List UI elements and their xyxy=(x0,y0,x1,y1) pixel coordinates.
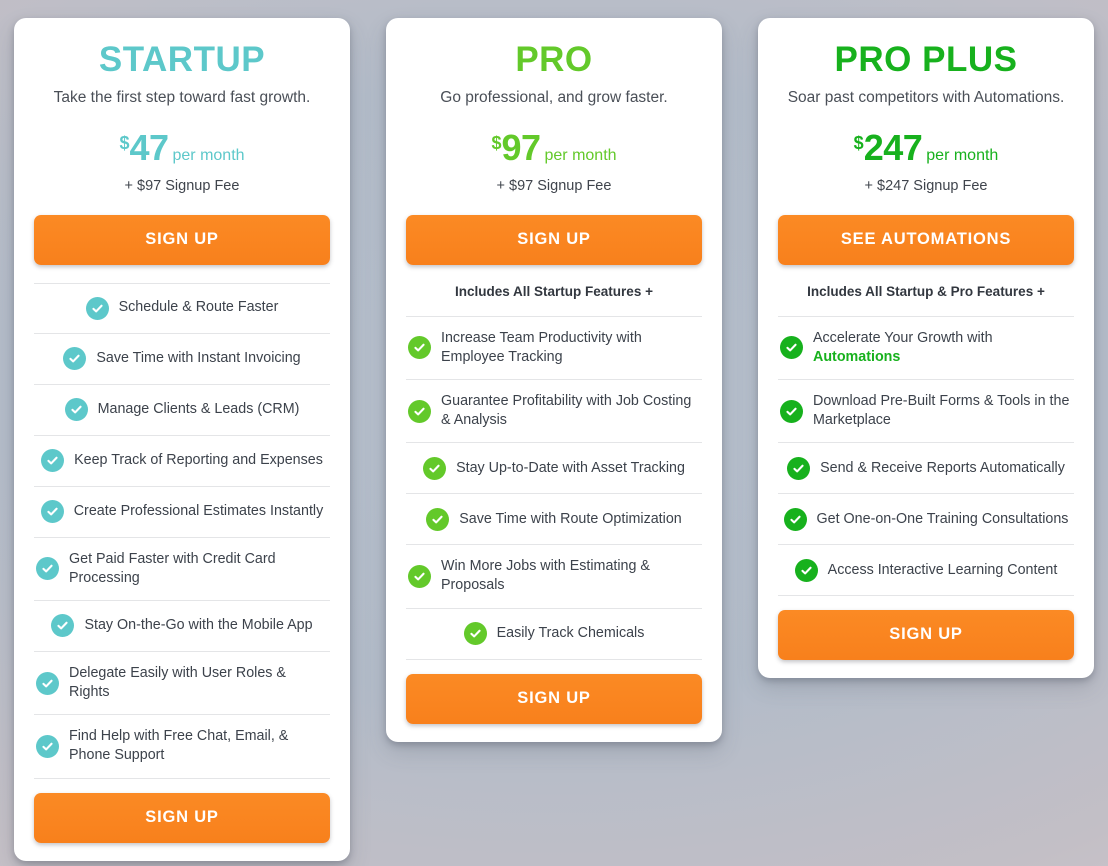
feature-label: Get One-on-One Training Consultations xyxy=(816,510,1069,527)
feature-label: Keep Track of Reporting and Expenses xyxy=(74,451,323,468)
list-item: Easily Track Chemicals xyxy=(406,609,702,660)
includes-line-pro: Includes All Startup Features + xyxy=(455,283,653,299)
plan-tagline-pro: Go professional, and grow faster. xyxy=(440,89,668,107)
feature-list-proplus: Accelerate Your Growth with Automations … xyxy=(778,315,1074,597)
check-circle-icon xyxy=(787,456,811,480)
feature-list-startup: Schedule & Route Faster Save Time with I… xyxy=(34,282,330,779)
check-circle-icon xyxy=(463,622,487,645)
list-item: Save Time with Instant Invoicing xyxy=(34,334,330,385)
feature-label: Get Paid Faster with Credit Card Process… xyxy=(69,550,276,586)
plan-title-pro: PRO xyxy=(515,40,593,79)
signup-fee-startup: + $97 Signup Fee xyxy=(124,177,240,194)
price-amount: 97 xyxy=(501,126,541,168)
pricing-board: STARTUP Take the first step toward fast … xyxy=(0,0,1108,866)
list-item: Send & Receive Reports Automatically xyxy=(778,443,1074,495)
feature-label: Increase Team Productivity with Employee… xyxy=(441,329,642,365)
check-circle-icon xyxy=(408,564,431,588)
feature-highlight: Automations xyxy=(813,348,901,365)
list-item: Create Professional Estimates Instantly xyxy=(34,487,330,538)
list-item: Manage Clients & Leads (CRM) xyxy=(34,385,330,436)
check-circle-icon xyxy=(423,456,447,480)
feature-label: Find Help with Free Chat, Email, & Phone… xyxy=(69,728,289,764)
list-item: Get One-on-One Training Consultations xyxy=(778,494,1074,546)
feature-label: Delegate Easily with User Roles & Rights xyxy=(69,664,286,701)
price-period: per month xyxy=(172,146,245,164)
list-item: Schedule & Route Faster xyxy=(34,282,330,334)
plan-price-proplus: $247 per month xyxy=(778,126,1074,168)
plan-price-pro: $97 per month xyxy=(406,126,702,168)
feature-label: Guarantee Profitability with Job Costing… xyxy=(441,392,692,429)
feature-list-pro: Increase Team Productivity with Employee… xyxy=(406,315,702,660)
signup-fee-proplus: + $247 Signup Fee xyxy=(864,177,988,194)
list-item: Increase Team Productivity with Employee… xyxy=(406,315,702,380)
feature-label: Easily Track Chemicals xyxy=(496,624,645,641)
check-circle-icon xyxy=(40,500,64,524)
price-amount: 47 xyxy=(129,126,169,168)
list-item: Stay Up-to-Date with Asset Tracking xyxy=(406,443,702,495)
check-circle-icon xyxy=(783,507,807,531)
feature-label: Download Pre-Built Forms & Tools in the … xyxy=(813,392,1070,429)
sign-up-button-pro-top[interactable]: SIGN UP xyxy=(406,214,702,265)
feature-label: Access Interactive Learning Content xyxy=(827,561,1058,578)
plan-title-proplus: PRO PLUS xyxy=(834,40,1018,79)
plan-tagline-startup: Take the first step toward fast growth. xyxy=(53,89,311,107)
sign-up-button-pro-bottom[interactable]: SIGN UP xyxy=(406,673,702,724)
plan-tagline-proplus: Soar past competitors with Automations. xyxy=(787,89,1065,107)
price-period: per month xyxy=(544,146,617,164)
list-item: Access Interactive Learning Content xyxy=(778,545,1074,597)
check-circle-icon xyxy=(794,558,818,582)
feature-label: Save Time with Route Optimization xyxy=(459,510,682,527)
feature-label: Stay Up-to-Date with Asset Tracking xyxy=(456,459,685,476)
check-circle-icon xyxy=(36,671,59,695)
check-circle-icon xyxy=(780,336,803,360)
list-item: Stay On-the-Go with the Mobile App xyxy=(34,601,330,652)
plan-price-startup: $47 per month xyxy=(34,126,330,168)
price-amount: 247 xyxy=(863,126,923,168)
list-item: Download Pre-Built Forms & Tools in the … xyxy=(778,380,1074,444)
signup-fee-pro: + $97 Signup Fee xyxy=(496,177,612,194)
list-item: Win More Jobs with Estimating & Proposal… xyxy=(406,545,702,609)
list-item: Save Time with Route Optimization xyxy=(406,494,702,546)
check-circle-icon xyxy=(780,399,803,423)
sign-up-button-startup-top[interactable]: SIGN UP xyxy=(34,214,330,265)
feature-label: Create Professional Estimates Instantly xyxy=(73,502,324,519)
price-currency: $ xyxy=(119,132,130,153)
feature-label: Manage Clients & Leads (CRM) xyxy=(97,400,300,417)
check-circle-icon xyxy=(64,398,88,422)
check-circle-icon xyxy=(51,614,75,638)
list-item: Get Paid Faster with Credit Card Process… xyxy=(34,538,330,601)
feature-label: Save Time with Instant Invoicing xyxy=(96,349,301,366)
plan-card-proplus: PRO PLUS Soar past competitors with Auto… xyxy=(758,18,1094,679)
list-item: Find Help with Free Chat, Email, & Phone… xyxy=(34,715,330,779)
includes-line-proplus: Includes All Startup & Pro Features + xyxy=(807,283,1045,299)
check-circle-icon xyxy=(36,557,59,581)
check-circle-icon xyxy=(85,296,109,320)
feature-label: Send & Receive Reports Automatically xyxy=(820,459,1065,476)
check-circle-icon xyxy=(426,507,450,531)
list-item: Guarantee Profitability with Job Costing… xyxy=(406,380,702,444)
check-circle-icon xyxy=(63,347,87,371)
check-circle-icon xyxy=(36,734,59,758)
check-circle-icon xyxy=(41,449,65,473)
feature-label: Accelerate Your Growth with Automations xyxy=(813,329,993,365)
list-item: Accelerate Your Growth with Automations xyxy=(778,315,1074,380)
plan-card-startup: STARTUP Take the first step toward fast … xyxy=(14,18,350,861)
price-currency: $ xyxy=(853,132,864,153)
list-item: Delegate Easily with User Roles & Rights xyxy=(34,652,330,716)
plan-title-startup: STARTUP xyxy=(98,40,266,79)
check-circle-icon xyxy=(408,399,431,423)
plan-card-pro: PRO Go professional, and grow faster. $9… xyxy=(386,18,722,742)
price-currency: $ xyxy=(491,132,502,153)
list-item: Keep Track of Reporting and Expenses xyxy=(34,436,330,487)
feature-label: Stay On-the-Go with the Mobile App xyxy=(84,617,313,634)
price-period: per month xyxy=(926,146,999,164)
sign-up-button-proplus-bottom[interactable]: SIGN UP xyxy=(778,610,1074,661)
check-circle-icon xyxy=(408,336,431,360)
sign-up-button-startup-bottom[interactable]: SIGN UP xyxy=(34,792,330,843)
feature-label: Schedule & Route Faster xyxy=(118,299,279,316)
feature-label: Win More Jobs with Estimating & Proposal… xyxy=(441,558,650,594)
see-automations-button[interactable]: SEE AUTOMATIONS xyxy=(778,214,1074,265)
